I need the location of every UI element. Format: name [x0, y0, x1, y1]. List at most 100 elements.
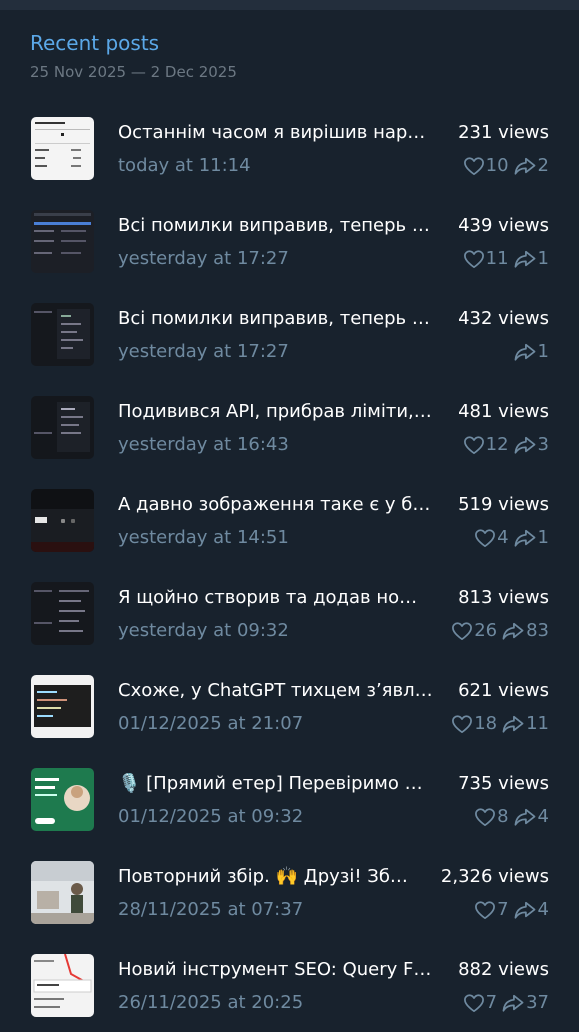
heart-icon: [463, 435, 485, 455]
dark-screenshot-thumbnail: [31, 210, 94, 273]
likes-count: 12: [485, 434, 509, 455]
post-stats: 26 83: [451, 619, 549, 643]
likes-stat: 26: [451, 619, 497, 643]
post-row[interactable]: Новий інструмент SEO: Query F… 26/11/2025…: [0, 937, 579, 1030]
shares-stat: 11: [501, 712, 549, 736]
likes-stat: 12: [463, 433, 509, 457]
post-row[interactable]: 🎙️ [Прямий етер] Перевіримо … 01/12/2025 …: [0, 751, 579, 844]
shares-count: 1: [537, 527, 549, 548]
share-icon: [513, 807, 537, 827]
post-views: 813 views: [458, 587, 549, 608]
likes-count: 18: [474, 713, 498, 734]
share-icon: [501, 993, 525, 1013]
dark-screenshot-thumbnail: [31, 396, 94, 459]
heart-icon: [474, 807, 496, 827]
likes-stat: 18: [451, 712, 497, 736]
post-views: 481 views: [458, 401, 549, 422]
post-row[interactable]: А давно зображення таке є у бл… yesterday…: [0, 472, 579, 565]
post-date: 26/11/2025 at 20:25: [118, 992, 304, 1013]
post-stats: 12 3: [463, 433, 549, 457]
post-views: 735 views: [458, 773, 549, 794]
post-row[interactable]: Повторний збір. 🙌 Друзі! Зб… 28/11/2025 a…: [0, 844, 579, 937]
likes-count: 26: [474, 620, 498, 641]
heart-icon: [463, 156, 485, 176]
shares-stat: 1: [513, 340, 549, 364]
post-views: 432 views: [458, 308, 549, 329]
dark-screenshot-thumbnail: [31, 303, 94, 366]
shares-count: 4: [537, 899, 549, 920]
post-row[interactable]: Всі помилки виправив, теперь … yesterday …: [0, 193, 579, 286]
likes-count: 10: [485, 155, 509, 176]
heart-icon: [474, 900, 496, 920]
post-row[interactable]: Подивився API, прибрав ліміти,… yesterday…: [0, 379, 579, 472]
post-stats: 7 37: [463, 991, 549, 1015]
share-icon: [513, 435, 537, 455]
shares-stat: 2: [513, 154, 549, 178]
post-views: 2,326 views: [440, 866, 549, 887]
light-screenshot-thumbnail: [31, 117, 94, 180]
likes-count: 7: [485, 992, 498, 1013]
shares-count: 1: [537, 341, 549, 362]
green-banner-thumbnail: [31, 768, 94, 831]
share-icon: [513, 249, 537, 269]
heart-icon: [451, 714, 473, 734]
post-row[interactable]: Я щойно створив та додав но… yesterday at…: [0, 565, 579, 658]
date-range: 25 Nov 2025 — 2 Dec 2025: [30, 63, 237, 81]
post-title: Всі помилки виправив, теперь …: [118, 215, 430, 236]
post-row[interactable]: Останнім часом я вирішив нар… today at 11…: [0, 100, 579, 193]
heart-icon: [463, 993, 485, 1013]
photo-thumbnail: [31, 861, 94, 924]
share-icon: [501, 714, 525, 734]
post-title: А давно зображення таке є у бл…: [118, 494, 440, 515]
section-header: Recent posts 25 Nov 2025 — 2 Dec 2025: [30, 30, 237, 82]
top-strip: [0, 0, 579, 10]
shares-count: 2: [537, 155, 549, 176]
post-date: 01/12/2025 at 21:07: [118, 713, 304, 734]
post-stats: 11 1: [463, 247, 549, 271]
post-views: 439 views: [458, 215, 549, 236]
post-title: Всі помилки виправив, теперь …: [118, 308, 430, 329]
dark-screenshot-thumbnail: [31, 489, 94, 552]
likes-count: 7: [497, 899, 509, 920]
likes-stat: 4: [474, 526, 509, 550]
dark-screenshot-thumbnail: [31, 582, 94, 645]
post-row[interactable]: Всі помилки виправив, теперь … yesterday …: [0, 286, 579, 379]
post-date: yesterday at 16:43: [118, 434, 289, 455]
shares-count: 4: [537, 806, 549, 827]
post-row[interactable]: Схоже, у ChatGPT тихцем з’явл… 01/12/2025…: [0, 658, 579, 751]
post-stats: 1: [513, 340, 549, 364]
post-list: Останнім часом я вирішив нар… today at 11…: [0, 100, 579, 1030]
shares-count: 83: [526, 620, 549, 641]
post-title: Схоже, у ChatGPT тихцем з’явл…: [118, 680, 433, 701]
post-date: 01/12/2025 at 09:32: [118, 806, 304, 827]
shares-count: 37: [526, 992, 549, 1013]
post-date: yesterday at 09:32: [118, 620, 289, 641]
likes-count: 4: [497, 527, 509, 548]
shares-stat: 1: [513, 526, 549, 550]
likes-stat: 8: [474, 805, 509, 829]
post-stats: 74: [474, 898, 549, 922]
post-title: 🎙️ [Прямий етер] Перевіримо …: [118, 773, 423, 794]
post-date: yesterday at 17:27: [118, 341, 289, 362]
heart-icon: [474, 528, 496, 548]
light-screenshot-thumbnail: [31, 954, 94, 1017]
post-title: Новий інструмент SEO: Query F…: [118, 959, 432, 980]
shares-stat: 37: [501, 991, 549, 1015]
post-date: 28/11/2025 at 07:37: [118, 899, 304, 920]
post-date: today at 11:14: [118, 155, 251, 176]
post-views: 231 views: [458, 122, 549, 143]
shares-count: 3: [537, 434, 549, 455]
shares-count: 11: [526, 713, 549, 734]
post-title: Я щойно створив та додав но…: [118, 587, 418, 608]
post-date: yesterday at 17:27: [118, 248, 289, 269]
post-title: Повторний збір. 🙌 Друзі! Зб…: [118, 866, 408, 887]
share-icon: [513, 528, 537, 548]
share-icon: [513, 156, 537, 176]
likes-count: 11: [485, 248, 509, 269]
likes-stat: 10: [463, 154, 509, 178]
shares-stat: 3: [513, 433, 549, 457]
post-stats: 84: [474, 805, 549, 829]
post-stats: 10 2: [463, 154, 549, 178]
shares-stat: 83: [501, 619, 549, 643]
post-views: 519 views: [458, 494, 549, 515]
